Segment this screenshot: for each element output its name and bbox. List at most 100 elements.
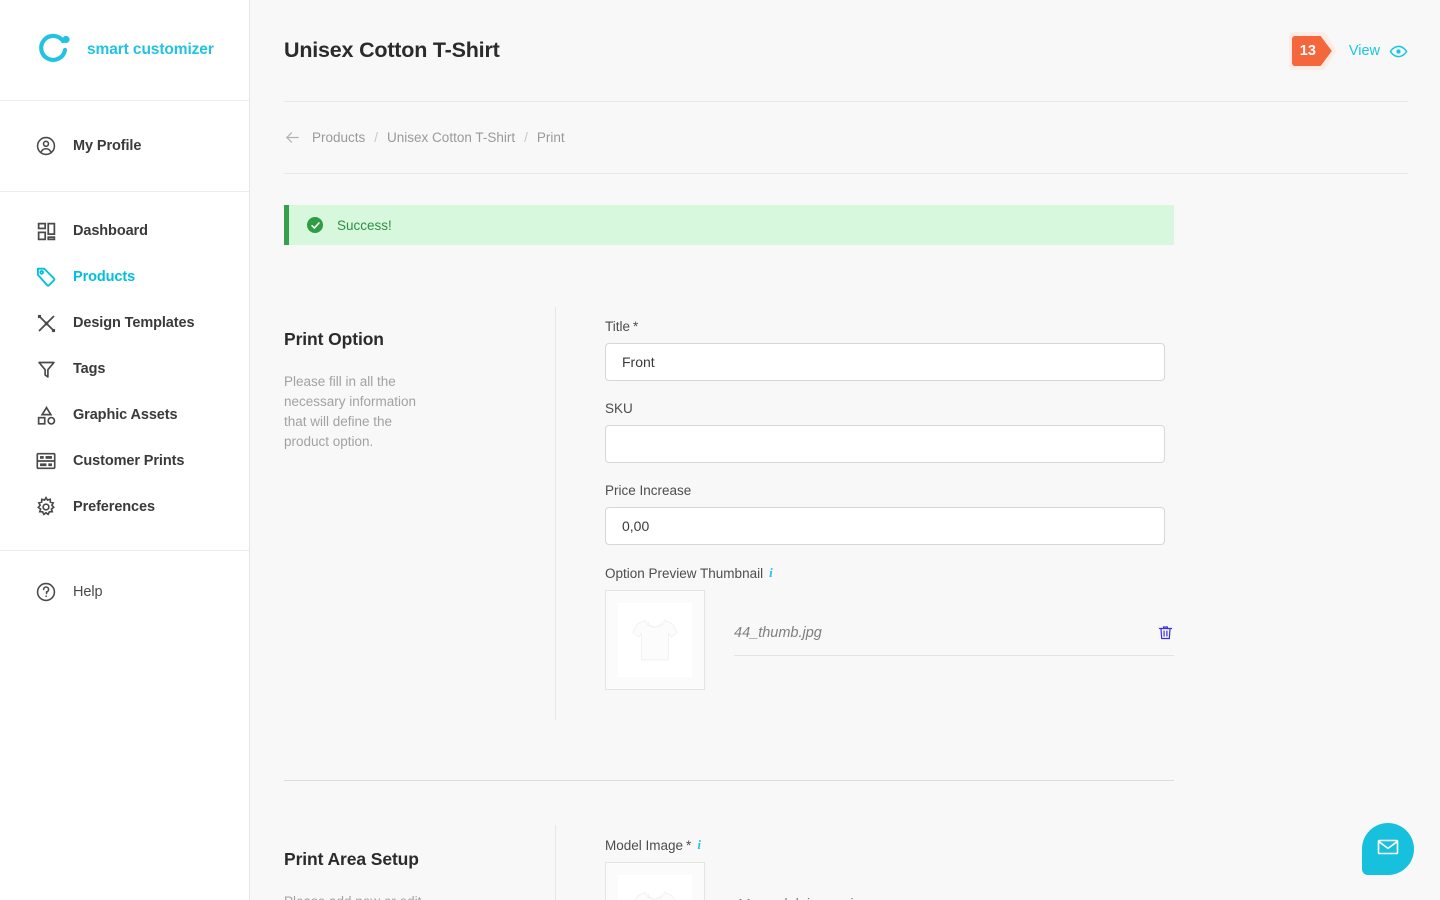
sidebar-item-label: Tags — [73, 361, 106, 377]
tshirt-thumbnail-icon — [618, 875, 692, 900]
sidebar: smart customizer My Profile Dashboard Pr… — [0, 0, 250, 900]
gear-icon — [33, 494, 59, 520]
breadcrumb-item-product[interactable]: Unisex Cotton T-Shirt — [387, 130, 515, 145]
sidebar-group-main: Dashboard Products Design Templates Tags… — [0, 192, 249, 551]
brand-name: smart customizer — [87, 41, 214, 58]
section-print-option: Print Option Please fill in all the nece… — [284, 245, 1408, 720]
breadcrumb-item-products[interactable]: Products — [312, 130, 365, 145]
brand-logo[interactable]: smart customizer — [0, 0, 249, 101]
section-title: Print Option — [284, 329, 384, 349]
sidebar-item-label: Preferences — [73, 499, 155, 515]
title-input[interactable] — [605, 343, 1165, 381]
sidebar-group-help: Help — [0, 551, 249, 633]
section-subtitle: Please fill in all the necessary informa… — [284, 374, 417, 449]
sidebar-group-profile: My Profile — [0, 101, 249, 192]
trash-icon[interactable] — [1157, 624, 1174, 641]
sidebar-item-preferences[interactable]: Preferences — [0, 484, 249, 530]
field-label: Model Image * i — [605, 837, 1408, 853]
sidebar-item-customer-prints[interactable]: Customer Prints — [0, 438, 249, 484]
user-circle-icon — [33, 133, 59, 159]
file-info-area: 44_thumb.jpg — [734, 590, 1408, 690]
sidebar-item-graphic-assets[interactable]: Graphic Assets — [0, 392, 249, 438]
info-icon[interactable]: i — [697, 837, 701, 853]
question-circle-icon — [33, 579, 59, 605]
sidebar-item-label: Help — [73, 584, 103, 600]
badge-count: 13 — [1299, 43, 1316, 59]
chat-support-button[interactable] — [1362, 823, 1414, 875]
sidebar-item-label: Design Templates — [73, 315, 195, 331]
funnel-icon — [33, 356, 59, 382]
header-actions: 13 View — [1288, 32, 1408, 70]
required-marker: * — [633, 319, 639, 334]
shapes-icon — [33, 402, 59, 428]
section-title: Print Area Setup — [284, 849, 419, 869]
file-info-area: 44_model_image.jpg — [734, 862, 1408, 900]
thumbnail-preview[interactable] — [605, 590, 705, 690]
section-description-block: Print Option Please fill in all the nece… — [284, 307, 555, 720]
thumbnail-upload-row: 44_thumb.jpg — [605, 590, 1408, 690]
sidebar-item-dashboard[interactable]: Dashboard — [0, 208, 249, 254]
grid-icon — [33, 218, 59, 244]
label-text: Title — [605, 319, 631, 334]
sidebar-item-help[interactable]: Help — [0, 569, 249, 615]
tshirt-thumbnail-icon — [618, 603, 692, 677]
info-icon[interactable]: i — [769, 565, 773, 581]
breadcrumb-item-print: Print — [536, 130, 565, 145]
model-image-upload-row: 44_model_image.jpg — [605, 862, 1408, 900]
breadcrumb-divider — [284, 173, 1408, 174]
file-name-row: 44_model_image.jpg — [734, 897, 1174, 900]
tag-icon — [33, 264, 59, 290]
section-subtitle: Please add new or edit existing print cu… — [284, 892, 424, 900]
sku-input[interactable] — [605, 425, 1165, 463]
field-option-preview-thumbnail: Option Preview Thumbnail i 44_thumb.jpg — [605, 565, 1408, 690]
field-model-image: Model Image * i — [605, 837, 1408, 900]
sidebar-item-label: My Profile — [73, 138, 142, 154]
field-sku: SKU — [605, 401, 1408, 463]
status-badge[interactable]: 13 — [1288, 32, 1337, 70]
breadcrumb-separator: / — [374, 130, 379, 145]
required-marker: * — [686, 837, 692, 853]
label-text: Price Increase — [605, 483, 692, 498]
label-text: SKU — [605, 401, 633, 416]
sidebar-item-tags[interactable]: Tags — [0, 346, 249, 392]
alert-message: Success! — [337, 217, 392, 233]
field-title: Title * — [605, 319, 1408, 381]
app-root: smart customizer My Profile Dashboard Pr… — [0, 0, 1440, 900]
sidebar-item-label: Customer Prints — [73, 453, 185, 469]
sidebar-item-products[interactable]: Products — [0, 254, 249, 300]
sidebar-item-my-profile[interactable]: My Profile — [0, 123, 249, 169]
success-alert: Success! — [284, 205, 1174, 245]
prints-icon — [33, 448, 59, 474]
field-label: Price Increase — [605, 483, 1408, 498]
view-label: View — [1348, 43, 1380, 59]
main-content: Unisex Cotton T-Shirt 13 View Products /… — [250, 0, 1440, 900]
price-increase-input[interactable] — [605, 507, 1165, 545]
page-title: Unisex Cotton T-Shirt — [284, 38, 500, 62]
field-label: Title * — [605, 319, 1408, 334]
sidebar-item-design-templates[interactable]: Design Templates — [0, 300, 249, 346]
breadcrumb: Products / Unisex Cotton T-Shirt / Print — [250, 102, 1440, 173]
sidebar-item-label: Products — [73, 269, 136, 285]
section-description-block: Print Area Setup Please add new or edit … — [284, 825, 555, 900]
section-form-fields: Model Image * i — [555, 825, 1408, 900]
page-header: Unisex Cotton T-Shirt 13 View — [250, 0, 1440, 101]
file-name: 44_model_image.jpg — [734, 897, 869, 900]
sidebar-item-label: Graphic Assets — [73, 407, 178, 423]
label-text: Model Image — [605, 837, 684, 853]
section-form-fields: Title * SKU Price Increase — [555, 307, 1408, 720]
check-circle-icon — [307, 217, 323, 233]
file-name-row: 44_thumb.jpg — [734, 624, 1174, 656]
file-name: 44_thumb.jpg — [734, 624, 822, 641]
label-text: Option Preview Thumbnail — [605, 565, 764, 581]
section-print-area-setup: Print Area Setup Please add new or edit … — [284, 781, 1408, 900]
field-label: SKU — [605, 401, 1408, 416]
arrow-left-icon[interactable] — [284, 129, 301, 146]
circle-dot-logo-icon — [36, 31, 74, 69]
eye-icon — [1389, 42, 1408, 61]
field-price-increase: Price Increase — [605, 483, 1408, 545]
view-link[interactable]: View — [1349, 42, 1408, 61]
field-label: Option Preview Thumbnail i — [605, 565, 1408, 581]
model-image-preview[interactable] — [605, 862, 705, 900]
content-area: Success! Print Option Please fill in all… — [250, 205, 1440, 900]
scissors-icon — [33, 310, 59, 336]
